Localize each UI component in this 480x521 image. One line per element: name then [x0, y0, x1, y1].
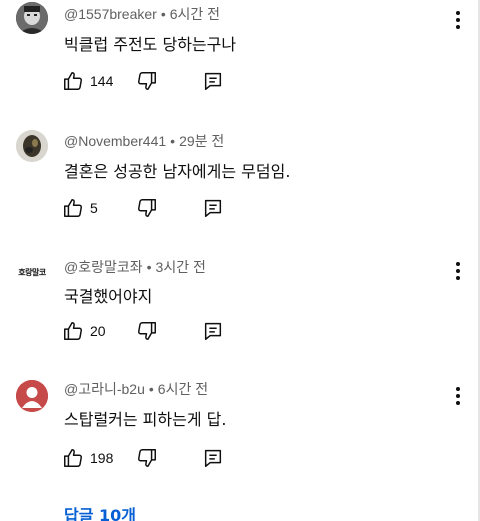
comment-icon: [204, 322, 222, 340]
more-icon: [456, 262, 460, 266]
comment-icon: [204, 449, 222, 467]
comment-author[interactable]: @1557breaker: [64, 6, 157, 22]
like-button[interactable]: 144: [62, 69, 113, 93]
thumbs-up-icon: [64, 72, 83, 90]
comment-actions: 198: [62, 446, 262, 470]
like-count: 20: [90, 323, 106, 339]
more-icon-dot: [456, 269, 460, 273]
separator-dot: •: [148, 381, 154, 397]
dislike-button[interactable]: [136, 446, 158, 470]
thumbs-down-icon: [137, 322, 156, 340]
user-photo-icon: [16, 130, 48, 162]
more-options-button[interactable]: [448, 8, 468, 32]
comment-time[interactable]: 29분 전: [179, 133, 224, 149]
dislike-button[interactable]: [136, 69, 158, 93]
thumbs-down-icon: [137, 72, 156, 90]
avatar[interactable]: [16, 2, 48, 34]
comment-text: 국결했어야지: [64, 287, 153, 306]
reply-button[interactable]: [202, 196, 224, 220]
comment-actions: 5: [62, 196, 262, 220]
more-icon-dot: [456, 401, 460, 405]
avatar[interactable]: [16, 130, 48, 162]
more-icon-dot: [456, 276, 460, 280]
more-options-button[interactable]: [448, 384, 468, 408]
comment-text: 결혼은 성공한 남자에게는 무덤임.: [64, 162, 291, 181]
dislike-button[interactable]: [136, 196, 158, 220]
comment-author[interactable]: @고라니-b2u: [64, 381, 145, 397]
reply-button[interactable]: [202, 69, 224, 93]
comment-author[interactable]: @November441: [64, 133, 166, 149]
avatar[interactable]: 호랑말코: [16, 256, 48, 288]
comment-meta: @November441 • 29분 전: [64, 131, 224, 151]
like-button[interactable]: 5: [62, 196, 98, 220]
separator-dot: •: [160, 6, 166, 22]
comment-author[interactable]: @호랑말코좌: [64, 259, 143, 275]
comment-time[interactable]: 6시간 전: [158, 381, 208, 397]
like-count: 198: [90, 450, 114, 466]
thumbs-up-icon: [64, 322, 83, 340]
more-icon: [456, 11, 460, 15]
more-options-button[interactable]: [448, 259, 468, 283]
more-icon-dot: [456, 25, 460, 29]
like-button[interactable]: 198: [62, 446, 113, 470]
thumbs-up-icon: [64, 449, 83, 467]
user-photo-icon: [16, 2, 48, 34]
separator-dot: •: [146, 259, 152, 275]
more-icon: [456, 387, 460, 391]
more-icon-dot: [456, 18, 460, 22]
like-count: 144: [90, 73, 114, 89]
reply-button[interactable]: [202, 446, 224, 470]
view-replies-link[interactable]: 답글 10개: [64, 502, 136, 521]
thumbs-down-icon: [137, 449, 156, 467]
separator-dot: •: [170, 133, 176, 149]
comment-text: 스탑럴커는 피하는게 답.: [64, 410, 227, 429]
reply-button[interactable]: [202, 319, 224, 343]
dislike-button[interactable]: [136, 319, 158, 343]
comment-icon: [204, 72, 222, 90]
comment-actions: 144: [62, 69, 262, 93]
like-count: 5: [90, 200, 98, 216]
comment-icon: [204, 199, 222, 217]
comment-text: 빅클럽 주전도 당하는구나: [64, 35, 237, 54]
comment-actions: 20: [62, 319, 262, 343]
avatar-logo-text: 호랑말코: [18, 267, 46, 277]
thumbs-up-icon: [64, 199, 83, 217]
comment-time[interactable]: 3시간 전: [156, 259, 206, 275]
like-button[interactable]: 20: [62, 319, 106, 343]
thumbs-down-icon: [137, 199, 156, 217]
default-person-icon: [16, 380, 48, 412]
comment-meta: @호랑말코좌 • 3시간 전: [64, 257, 206, 277]
comment-meta: @고라니-b2u • 6시간 전: [64, 379, 208, 399]
comment-time[interactable]: 6시간 전: [170, 6, 220, 22]
more-icon-dot: [456, 394, 460, 398]
avatar[interactable]: [16, 380, 48, 412]
comment-meta: @1557breaker • 6시간 전: [64, 4, 220, 24]
